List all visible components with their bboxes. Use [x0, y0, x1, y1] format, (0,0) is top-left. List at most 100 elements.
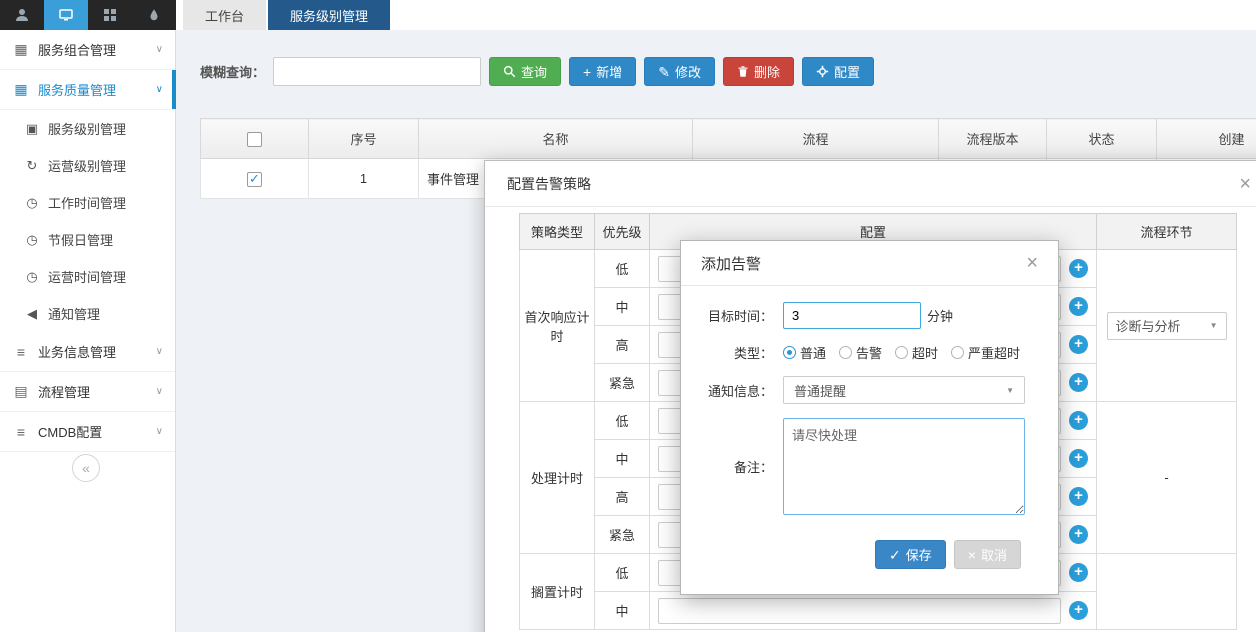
- search-input[interactable]: [273, 57, 481, 86]
- add-alert-plus-icon[interactable]: +: [1069, 449, 1088, 468]
- policy-modal-title: 配置告警策略: [507, 174, 591, 194]
- radio-timeout[interactable]: 超时: [895, 343, 938, 362]
- header-status: 状态: [1047, 119, 1157, 159]
- sidebar-item-operation-time-mgmt[interactable]: ◷ 运营时间管理: [0, 258, 175, 295]
- config-input[interactable]: [658, 598, 1061, 624]
- table-header-row: 序号 名称 流程 流程版本 状态 创建: [201, 119, 1256, 159]
- header-seq: 序号: [309, 119, 419, 159]
- sidebar-item-service-portfolio[interactable]: ▦ 服务组合管理 ∨: [0, 30, 175, 70]
- sidebar-item-service-level-mgmt[interactable]: ▣ 服务级别管理: [0, 110, 175, 147]
- alert-modal-header: 添加告警 ×: [681, 241, 1058, 286]
- add-alert-plus-icon[interactable]: +: [1069, 297, 1088, 316]
- grid-apps-icon[interactable]: [88, 0, 132, 30]
- close-icon[interactable]: ×: [1239, 174, 1251, 194]
- row-checkbox[interactable]: [247, 172, 262, 187]
- sidebar-item-process-mgmt[interactable]: ▤ 流程管理 ∨: [0, 372, 175, 412]
- toolbar: 模糊查询： 查询 + 新增 ✎ 修改 删除 配置: [200, 57, 874, 86]
- save-button[interactable]: ✓ 保存: [875, 540, 946, 569]
- menu-label: 服务级别管理: [48, 119, 126, 138]
- add-alert-plus-icon[interactable]: +: [1069, 259, 1088, 278]
- radio-label: 普通: [800, 343, 826, 362]
- sidebar-item-operation-level-mgmt[interactable]: ↻ 运营级别管理: [0, 147, 175, 184]
- sidebar-item-cmdb-config[interactable]: ≡ CMDB配置 ∨: [0, 412, 175, 452]
- policy-group-label: 搁置计时: [520, 554, 595, 630]
- policy-group-label: 首次响应计时: [520, 250, 595, 402]
- radio-label: 超时: [912, 343, 938, 362]
- caret-down-icon: ▼: [1006, 386, 1014, 395]
- add-button-label: 新增: [596, 62, 622, 81]
- radio-icon: [951, 346, 964, 359]
- priority-cell: 紧急: [595, 364, 650, 402]
- target-time-label: 目标时间：: [701, 306, 773, 325]
- policy-header-priority: 优先级: [595, 214, 650, 250]
- radio-alert[interactable]: 告警: [839, 343, 882, 362]
- check-icon: ✓: [889, 548, 901, 562]
- menu-label: 服务质量管理: [38, 80, 116, 99]
- add-alert-plus-icon[interactable]: +: [1069, 373, 1088, 392]
- remark-textarea[interactable]: 请尽快处理: [783, 418, 1025, 515]
- add-alert-plus-icon[interactable]: +: [1069, 601, 1088, 620]
- pencil-icon: ✎: [658, 65, 670, 79]
- add-alert-plus-icon[interactable]: +: [1069, 563, 1088, 582]
- radio-normal[interactable]: 普通: [783, 343, 826, 362]
- sidebar-item-business-info[interactable]: ≡ 业务信息管理 ∨: [0, 332, 175, 372]
- menu-label: 运营级别管理: [48, 156, 126, 175]
- menu-label: 工作时间管理: [48, 193, 126, 212]
- chevron-down-icon: ∨: [156, 44, 163, 55]
- sidebar-item-service-quality[interactable]: ▦ 服务质量管理 ∨: [0, 70, 175, 110]
- header-created: 创建: [1157, 119, 1256, 159]
- edit-button-label: 修改: [675, 62, 701, 81]
- caret-down-icon: ▼: [1210, 321, 1218, 330]
- list-icon: ≡: [12, 344, 30, 360]
- config-button[interactable]: 配置: [802, 57, 874, 86]
- cancel-button[interactable]: × 取消: [954, 540, 1021, 569]
- edit-button[interactable]: ✎ 修改: [644, 57, 715, 86]
- water-drop-icon[interactable]: [132, 0, 176, 30]
- monitor-icon[interactable]: [44, 0, 88, 30]
- priority-cell: 高: [595, 326, 650, 364]
- alert-modal-buttons: ✓ 保存 × 取消: [701, 540, 1021, 569]
- radio-icon: [839, 346, 852, 359]
- process-step-cell: [1097, 554, 1237, 630]
- notify-select[interactable]: 普通提醒 ▼: [783, 376, 1025, 404]
- delete-button-label: 删除: [754, 62, 780, 81]
- target-time-row: 目标时间： 分钟: [701, 302, 1021, 329]
- sidebar: ▦ 服务组合管理 ∨ ▦ 服务质量管理 ∨ ▣ 服务级别管理 ↻ 运营级别管理 …: [0, 30, 176, 632]
- target-time-unit: 分钟: [927, 306, 953, 325]
- add-alert-plus-icon[interactable]: +: [1069, 411, 1088, 430]
- user-icon[interactable]: [0, 0, 44, 30]
- chevron-down-icon: ∨: [156, 426, 163, 437]
- add-alert-plus-icon[interactable]: +: [1069, 487, 1088, 506]
- tab-service-level[interactable]: 服务级别管理: [268, 0, 390, 30]
- priority-cell: 中: [595, 288, 650, 326]
- close-icon[interactable]: ×: [1026, 253, 1038, 273]
- add-alert-plus-icon[interactable]: +: [1069, 335, 1088, 354]
- radio-severe-timeout[interactable]: 严重超时: [951, 343, 1020, 362]
- tab-workbench[interactable]: 工作台: [183, 0, 266, 30]
- select-all-checkbox[interactable]: [247, 132, 262, 147]
- radio-icon: [895, 346, 908, 359]
- save-button-label: 保存: [906, 545, 932, 564]
- priority-cell: 低: [595, 402, 650, 440]
- add-alert-plus-icon[interactable]: +: [1069, 525, 1088, 544]
- tab-bar: 工作台 服务级别管理: [183, 0, 392, 30]
- add-button[interactable]: + 新增: [569, 57, 636, 86]
- menu-label: 通知管理: [48, 304, 100, 323]
- process-step-select[interactable]: 诊断与分析 ▼: [1107, 312, 1227, 340]
- policy-header-step: 流程环节: [1097, 214, 1237, 250]
- close-icon: ×: [968, 548, 976, 562]
- sidebar-collapse-button[interactable]: «: [72, 454, 100, 482]
- priority-cell: 中: [595, 592, 650, 630]
- policy-modal-header: 配置告警策略 ×: [485, 161, 1256, 207]
- delete-button[interactable]: 删除: [723, 57, 794, 86]
- target-time-input[interactable]: [783, 302, 921, 329]
- topbar: [0, 0, 176, 30]
- remark-row: 备注： 请尽快处理: [701, 418, 1021, 515]
- sidebar-item-holiday-mgmt[interactable]: ◷ 节假日管理: [0, 221, 175, 258]
- query-button[interactable]: 查询: [489, 57, 561, 86]
- notify-label: 通知信息：: [701, 381, 773, 400]
- alert-modal-title: 添加告警: [701, 253, 761, 274]
- briefcase-icon: ▤: [12, 383, 30, 400]
- sidebar-item-working-time-mgmt[interactable]: ◷ 工作时间管理: [0, 184, 175, 221]
- sidebar-item-notification-mgmt[interactable]: ◀ 通知管理: [0, 295, 175, 332]
